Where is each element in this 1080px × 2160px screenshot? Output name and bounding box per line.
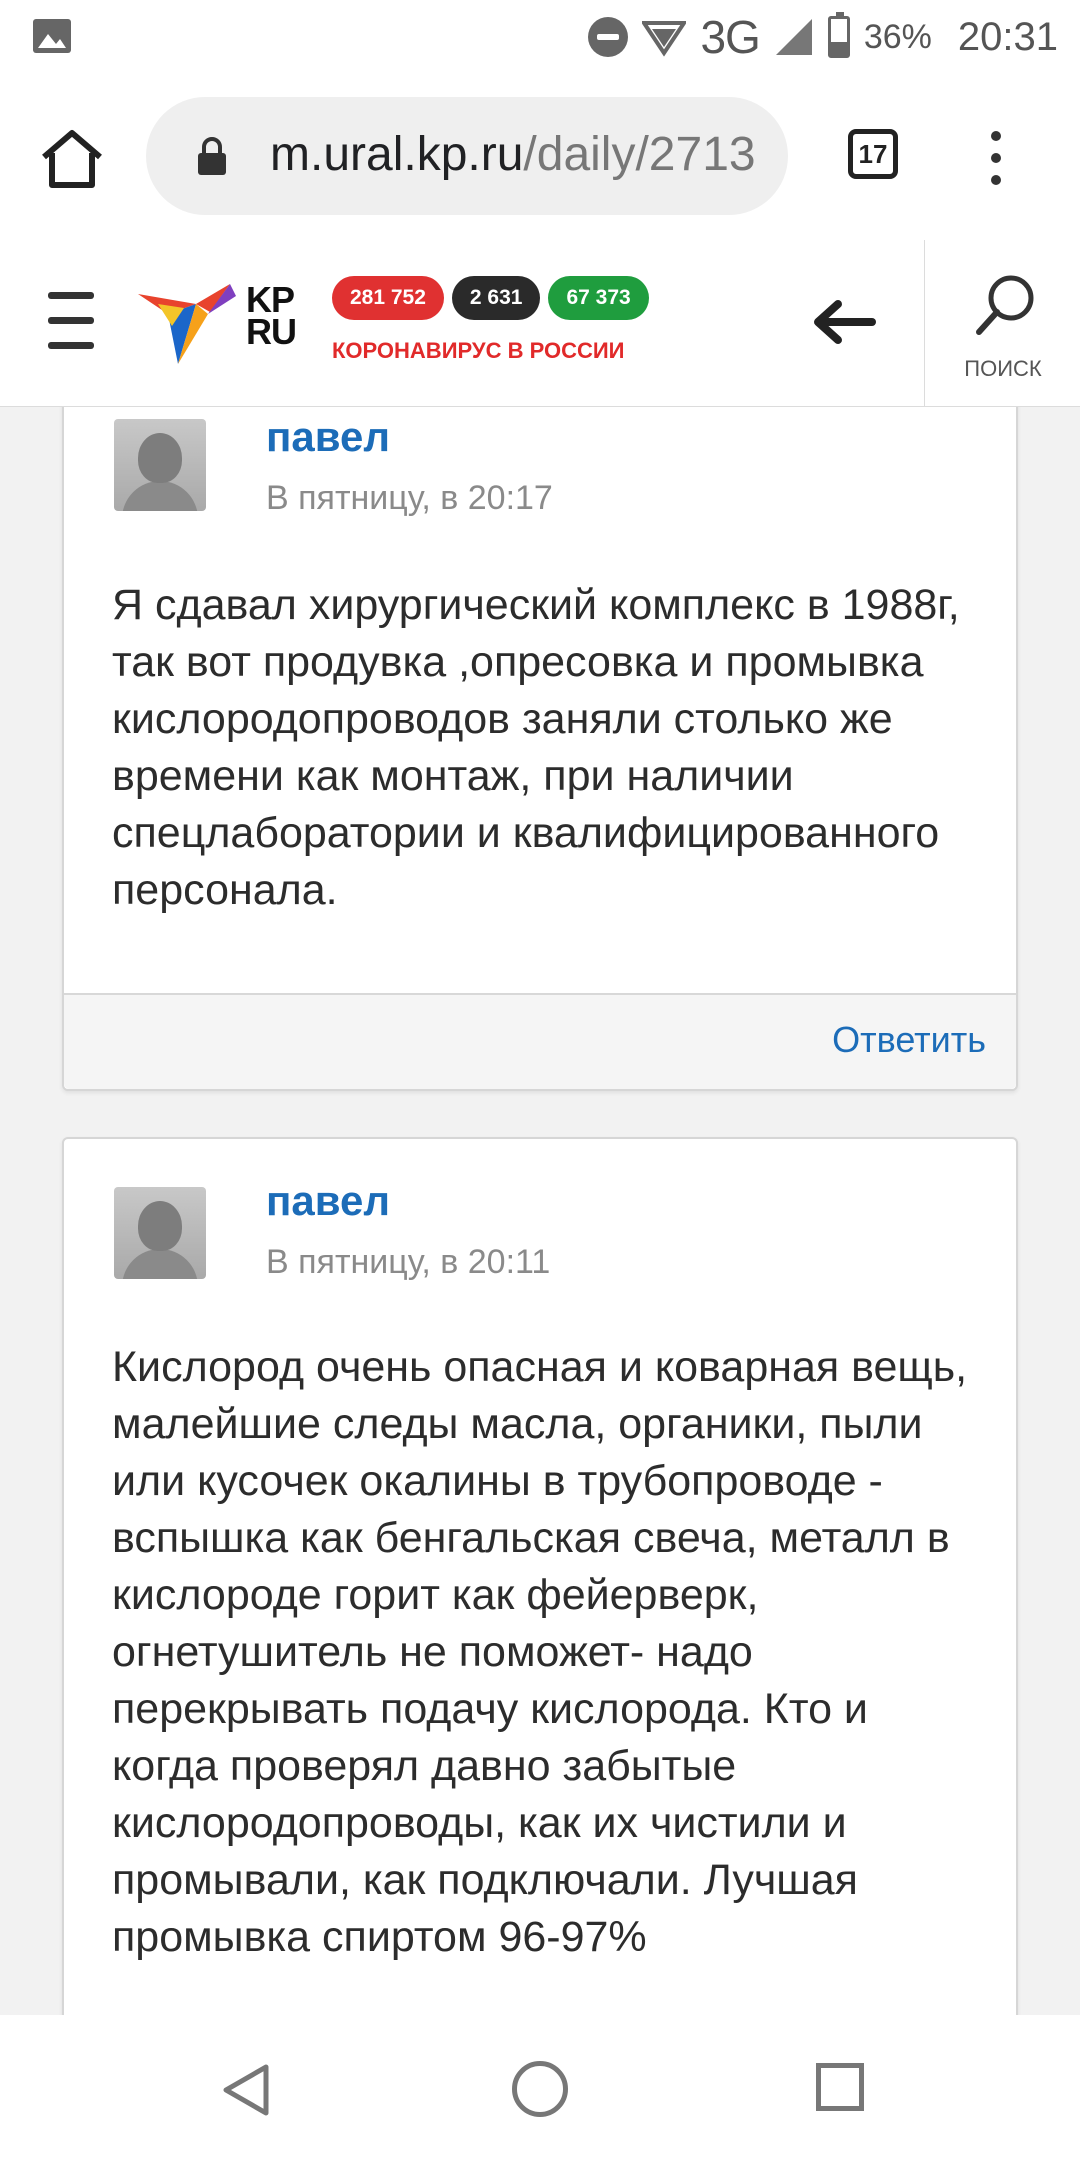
kp-logo-text[interactable]: KP RU xyxy=(246,282,316,350)
clock: 20:31 xyxy=(957,14,1058,59)
nav-home-icon[interactable] xyxy=(512,2061,568,2117)
comment-actions: Ответить xyxy=(64,993,1016,1089)
image-notification-icon xyxy=(33,19,71,53)
wifi-icon xyxy=(642,21,687,57)
address-bar[interactable]: m.ural.kp.ru/daily/2713 xyxy=(146,97,788,215)
covid-label[interactable]: КОРОНАВИРУС В РОССИИ xyxy=(332,338,624,364)
search-icon xyxy=(976,275,1034,335)
browser-toolbar: m.ural.kp.ru/daily/2713 17 xyxy=(0,75,1080,241)
system-navigation-bar xyxy=(0,2015,1080,2160)
battery-percent: 36% xyxy=(863,17,932,56)
reply-button[interactable]: Ответить xyxy=(832,1019,986,1061)
search-label: ПОИСК xyxy=(964,356,1042,381)
status-bar: 3G 36% 20:31 xyxy=(0,0,1080,75)
comment-text: Кислород очень опасная и коварная вещь, … xyxy=(112,1343,968,1961)
kp-bird-logo[interactable] xyxy=(138,274,238,370)
avatar xyxy=(114,419,206,511)
url-host: m.ural.kp.ru xyxy=(270,128,524,181)
nav-recents-icon[interactable] xyxy=(816,2063,864,2111)
comment-author[interactable]: павел xyxy=(266,1177,390,1225)
home-icon[interactable] xyxy=(38,125,106,193)
hamburger-menu-icon[interactable] xyxy=(48,292,96,350)
comment-author[interactable]: павел xyxy=(266,413,390,461)
url-path: /daily/2713 xyxy=(523,128,756,181)
network-type: 3G xyxy=(700,11,760,63)
nav-back-icon[interactable] xyxy=(220,2063,274,2117)
site-header: KP RU 281 752 2 631 67 373 КОРОНАВИРУС В… xyxy=(0,240,1080,407)
recovered-badge[interactable]: 67 373 xyxy=(548,276,649,320)
tab-switcher-button[interactable]: 17 xyxy=(848,129,898,179)
comment-date: В пятницу, в 20:17 xyxy=(266,479,553,517)
comments-list: павел В пятницу, в 20:17 Я сдавал хирург… xyxy=(0,407,1080,2015)
battery-icon xyxy=(827,12,850,58)
comment-card: павел В пятницу, в 20:11 Кислород очень … xyxy=(62,1137,1018,2015)
tab-count: 17 xyxy=(858,138,888,169)
comment-date: В пятницу, в 20:11 xyxy=(266,1243,551,1281)
back-arrow-icon[interactable] xyxy=(812,298,876,346)
deaths-badge[interactable]: 2 631 xyxy=(451,276,541,320)
comment-text: Я сдавал хирургический комплекс в 1988г,… xyxy=(112,581,960,914)
cases-badge[interactable]: 281 752 xyxy=(332,276,444,320)
comment-card: павел В пятницу, в 20:17 Я сдавал хирург… xyxy=(62,407,1018,1091)
lock-icon xyxy=(198,137,226,175)
do-not-disturb-icon xyxy=(588,17,629,57)
url-text[interactable]: m.ural.kp.ru/daily/2713 xyxy=(270,127,778,182)
search-button[interactable]: ПОИСК xyxy=(924,240,1080,406)
overflow-menu-icon[interactable] xyxy=(984,131,1008,191)
avatar xyxy=(114,1187,206,1279)
signal-icon xyxy=(775,19,812,55)
covid-stats[interactable]: 281 752 2 631 67 373 xyxy=(332,276,649,320)
status-icons: 3G 36% 20:31 xyxy=(588,10,1058,64)
